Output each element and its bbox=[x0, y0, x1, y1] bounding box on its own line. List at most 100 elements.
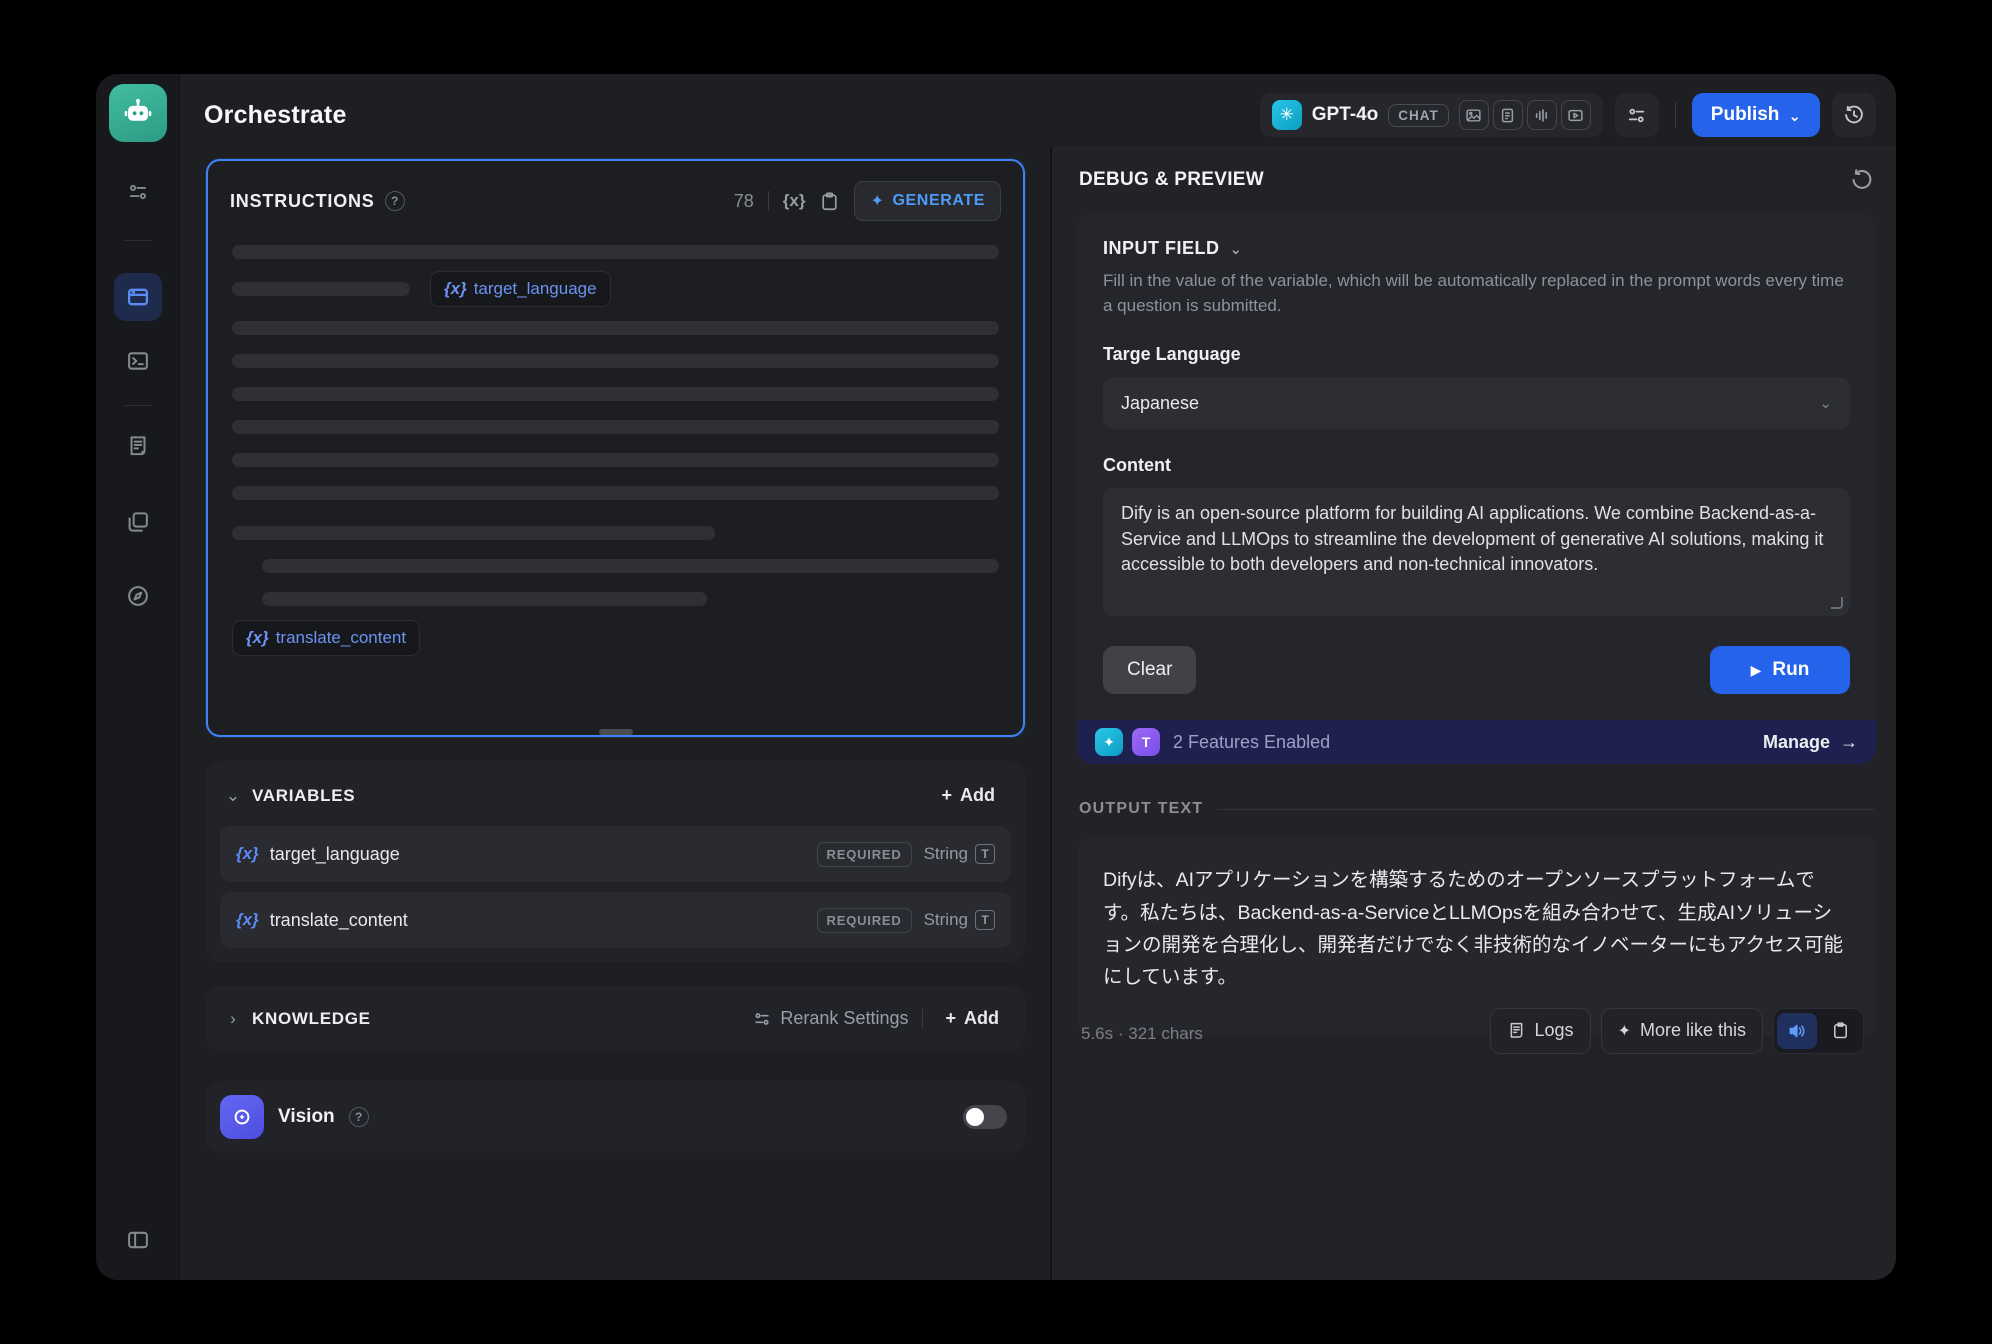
prompt-line-skeleton bbox=[232, 453, 999, 467]
chip-label: translate_content bbox=[276, 628, 406, 648]
char-count: 78 bbox=[734, 191, 754, 212]
manage-label: Manage bbox=[1763, 732, 1830, 753]
debug-pane: DEBUG & PREVIEW INPUT FIELD ⌄ Fill in th… bbox=[1050, 146, 1896, 1280]
sidebar-collapse-button[interactable] bbox=[114, 1216, 162, 1264]
collapse-chevron-icon[interactable]: ⌄ bbox=[224, 786, 242, 806]
variable-row-target-language[interactable]: {x} target_language REQUIRED String T bbox=[220, 826, 1011, 882]
variable-name: target_language bbox=[270, 844, 400, 865]
copy-icon bbox=[126, 510, 150, 534]
target-language-select[interactable]: Japanese ⌄ bbox=[1103, 377, 1850, 429]
orchestrate-pane: INSTRUCTIONS ? 78 {x} bbox=[180, 146, 1050, 1280]
variable-chip-target-language[interactable]: {x} target_language bbox=[430, 271, 611, 307]
prompt-line-skeleton bbox=[232, 321, 999, 335]
restart-debug-button[interactable] bbox=[1850, 168, 1874, 192]
chevron-down-icon: ⌄ bbox=[1788, 107, 1801, 125]
sidebar-item-settings[interactable] bbox=[114, 168, 162, 216]
topbar-divider bbox=[1675, 102, 1676, 128]
variables-section: ⌄ VARIABLES + Add {x} target_language bbox=[206, 761, 1025, 962]
sidebar bbox=[96, 74, 180, 1280]
panel-left-icon bbox=[126, 1228, 150, 1252]
sidebar-divider bbox=[124, 240, 152, 241]
debug-title: DEBUG & PREVIEW bbox=[1079, 169, 1264, 191]
variable-type: String T bbox=[924, 844, 995, 864]
plus-icon: + bbox=[941, 785, 952, 806]
features-bar[interactable]: ✦ T 2 Features Enabled Manage → bbox=[1077, 720, 1876, 764]
help-icon[interactable]: ? bbox=[385, 191, 405, 211]
model-name: GPT-4o bbox=[1312, 104, 1379, 126]
text-to-speech-feature-icon: T bbox=[1132, 728, 1160, 756]
topbar: Orchestrate ✳ GPT-4o CHAT bbox=[180, 74, 1896, 146]
read-aloud-button[interactable] bbox=[1777, 1013, 1817, 1049]
copy-prompt-button[interactable] bbox=[819, 191, 840, 212]
content-label: Content bbox=[1103, 455, 1850, 476]
sidebar-item-explore[interactable] bbox=[114, 572, 162, 620]
app-window: Orchestrate ✳ GPT-4o CHAT bbox=[96, 74, 1896, 1280]
variable-icon: {x} bbox=[444, 279, 467, 299]
add-variable-button[interactable]: + Add bbox=[933, 779, 1003, 812]
plus-icon: + bbox=[945, 1008, 956, 1029]
variable-type: String T bbox=[924, 910, 995, 930]
prompt-line-skeleton bbox=[232, 486, 999, 500]
string-type-icon: T bbox=[975, 844, 995, 864]
output-actions-group bbox=[1773, 1008, 1864, 1054]
main-area: Orchestrate ✳ GPT-4o CHAT bbox=[180, 74, 1896, 1280]
variable-row-translate-content[interactable]: {x} translate_content REQUIRED String T bbox=[220, 892, 1011, 948]
publish-button[interactable]: Publish ⌄ bbox=[1692, 93, 1820, 137]
panel-resize-handle[interactable] bbox=[599, 729, 633, 735]
topbar-controls: ✳ GPT-4o CHAT bbox=[1260, 93, 1876, 137]
history-button[interactable] bbox=[1832, 93, 1876, 137]
expand-chevron-icon[interactable]: › bbox=[224, 1009, 242, 1029]
prompt-line-skeleton bbox=[232, 387, 999, 401]
content-input[interactable]: Dify is an open-source platform for buil… bbox=[1103, 488, 1850, 616]
page-title: Orchestrate bbox=[204, 101, 347, 130]
generate-label: GENERATE bbox=[892, 192, 985, 210]
model-mode-badge: CHAT bbox=[1388, 104, 1449, 127]
audio-capability-icon bbox=[1527, 100, 1557, 130]
string-type-icon: T bbox=[975, 910, 995, 930]
model-selector[interactable]: ✳ GPT-4o CHAT bbox=[1260, 93, 1603, 137]
arrow-right-icon: → bbox=[1840, 732, 1858, 753]
image-capability-icon bbox=[1459, 100, 1489, 130]
sliders-icon bbox=[1626, 105, 1647, 126]
prompt-editor[interactable]: {x} target_language bbox=[208, 227, 1023, 656]
logs-button[interactable]: Logs bbox=[1490, 1008, 1591, 1054]
terminal-icon bbox=[126, 349, 150, 373]
app-logo[interactable] bbox=[109, 84, 167, 142]
sidebar-item-orchestrate[interactable] bbox=[114, 273, 162, 321]
clear-button[interactable]: Clear bbox=[1103, 646, 1196, 694]
variable-chip-translate-content[interactable]: {x} translate_content bbox=[232, 620, 420, 656]
more-like-this-button[interactable]: ✦ More like this bbox=[1601, 1008, 1763, 1054]
variable-icon: {x} bbox=[236, 844, 259, 864]
generate-button[interactable]: ✦ GENERATE bbox=[854, 181, 1001, 221]
run-button[interactable]: ▶ Run bbox=[1710, 646, 1850, 694]
variables-title: VARIABLES bbox=[252, 786, 355, 806]
sparkle-icon: ✦ bbox=[1618, 1021, 1631, 1041]
output-text: Difyは、AIアプリケーションを構築するためのオープンソースプラットフォームで… bbox=[1103, 864, 1850, 993]
model-capabilities bbox=[1459, 100, 1591, 130]
content-row: INSTRUCTIONS ? 78 {x} bbox=[180, 146, 1896, 1280]
output-meta: 5.6s · 321 chars bbox=[1081, 1024, 1203, 1054]
help-icon[interactable]: ? bbox=[349, 1107, 369, 1127]
prompt-line-skeleton bbox=[232, 282, 410, 296]
clipboard-icon bbox=[1831, 1021, 1850, 1040]
output-text-title: OUTPUT TEXT bbox=[1079, 800, 1203, 818]
insert-variable-icon[interactable]: {x} bbox=[783, 191, 806, 211]
model-params-button[interactable] bbox=[1615, 93, 1659, 137]
prompt-line-skeleton bbox=[232, 420, 999, 434]
add-knowledge-button[interactable]: + Add bbox=[937, 1002, 1007, 1035]
sidebar-item-logs[interactable] bbox=[114, 422, 162, 470]
output-card: Difyは、AIアプリケーションを構築するためのオープンソースプラットフォームで… bbox=[1077, 836, 1876, 1035]
robot-icon bbox=[121, 96, 155, 130]
sidebar-item-annotations[interactable] bbox=[114, 498, 162, 546]
sidebar-item-terminal[interactable] bbox=[114, 337, 162, 385]
manage-features-link[interactable]: Manage → bbox=[1763, 732, 1858, 753]
openai-logo-icon: ✳ bbox=[1272, 100, 1302, 130]
copy-output-button[interactable] bbox=[1820, 1013, 1860, 1049]
required-badge: REQUIRED bbox=[817, 842, 912, 867]
chevron-down-icon[interactable]: ⌄ bbox=[1230, 240, 1243, 258]
rerank-settings-button[interactable]: Rerank Settings bbox=[753, 1008, 908, 1029]
vision-toggle[interactable] bbox=[963, 1105, 1007, 1129]
log-document-icon bbox=[126, 434, 150, 458]
logs-label: Logs bbox=[1535, 1020, 1574, 1041]
rerank-label: Rerank Settings bbox=[780, 1008, 908, 1029]
